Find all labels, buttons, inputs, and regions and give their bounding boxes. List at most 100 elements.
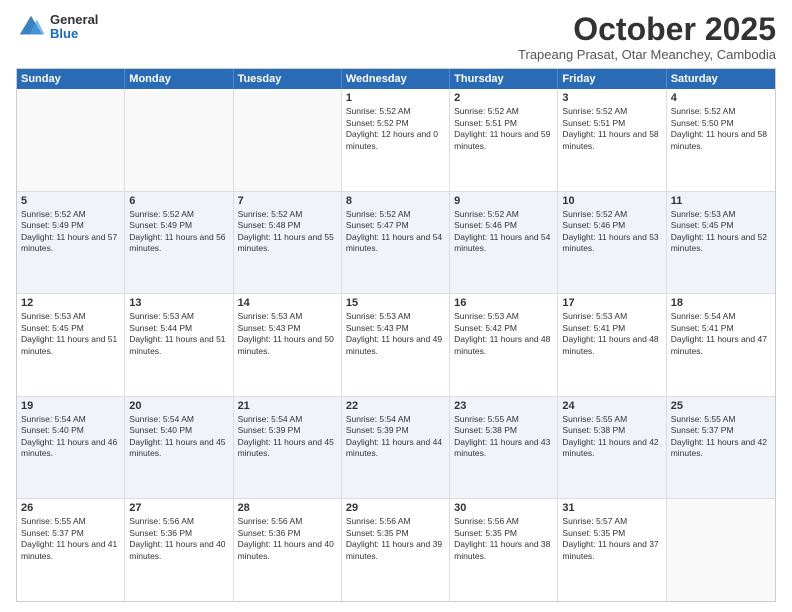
calendar: SundayMondayTuesdayWednesdayThursdayFrid… [16,68,776,602]
cell-info: Sunrise: 5:55 AMSunset: 5:38 PMDaylight:… [562,414,661,460]
day-cell-24: 24 Sunrise: 5:55 AMSunset: 5:38 PMDayligh… [558,397,666,499]
location-subtitle: Trapeang Prasat, Otar Meanchey, Cambodia [518,47,776,62]
header-day-wednesday: Wednesday [342,69,450,89]
cell-info: Sunrise: 5:56 AMSunset: 5:35 PMDaylight:… [346,516,445,562]
calendar-week-1: 1Sunrise: 5:52 AMSunset: 5:52 PMDaylight… [17,89,775,192]
day-number: 22 [346,400,445,412]
empty-cell [17,89,125,191]
day-cell-12: 12Sunrise: 5:53 AMSunset: 5:45 PMDayligh… [17,294,125,396]
day-number: 27 [129,502,228,514]
calendar-week-5: 26 Sunrise: 5:55 AMSunset: 5:37 PMDayligh… [17,499,775,601]
day-number: 28 [238,502,337,514]
cell-info: Sunrise: 5:53 AMSunset: 5:41 PMDaylight:… [562,311,661,357]
day-number: 29 [346,502,445,514]
cell-info: Sunrise: 5:52 AMSunset: 5:51 PMDaylight:… [454,106,553,152]
cell-info: Sunrise: 5:54 AMSunset: 5:39 PMDaylight:… [238,414,337,460]
empty-cell [667,499,775,601]
day-cell-17: 17 Sunrise: 5:53 AMSunset: 5:41 PMDayligh… [558,294,666,396]
cell-info: Sunrise: 5:54 AMSunset: 5:39 PMDaylight:… [346,414,445,460]
day-cell-10: 10 Sunrise: 5:52 AMSunset: 5:46 PMDayligh… [558,192,666,294]
cell-info: Sunrise: 5:52 AMSunset: 5:49 PMDaylight:… [129,209,228,255]
logo-icon [16,12,46,42]
title-block: October 2025 Trapeang Prasat, Otar Meanc… [518,12,776,62]
cell-info: Sunrise: 5:56 AMSunset: 5:36 PMDaylight:… [129,516,228,562]
cell-info: Sunrise: 5:53 AMSunset: 5:43 PMDaylight:… [346,311,445,357]
logo: General Blue [16,12,98,42]
cell-info: Sunrise: 5:52 AMSunset: 5:48 PMDaylight:… [238,209,337,255]
cell-info: Sunrise: 5:54 AMSunset: 5:40 PMDaylight:… [129,414,228,460]
day-number: 25 [671,400,771,412]
day-number: 18 [671,297,771,309]
header-day-sunday: Sunday [17,69,125,89]
day-cell-6: 6 Sunrise: 5:52 AMSunset: 5:49 PMDaylight… [125,192,233,294]
day-cell-27: 27 Sunrise: 5:56 AMSunset: 5:36 PMDayligh… [125,499,233,601]
day-cell-13: 13 Sunrise: 5:53 AMSunset: 5:44 PMDayligh… [125,294,233,396]
cell-info: Sunrise: 5:52 AMSunset: 5:49 PMDaylight:… [21,209,120,255]
day-cell-22: 22 Sunrise: 5:54 AMSunset: 5:39 PMDayligh… [342,397,450,499]
day-number: 7 [238,195,337,207]
day-number: 13 [129,297,228,309]
logo-text: General Blue [50,13,98,42]
cell-info: Sunrise: 5:54 AMSunset: 5:41 PMDaylight:… [671,311,771,357]
cell-info: Sunrise: 5:52 AMSunset: 5:46 PMDaylight:… [454,209,553,255]
day-cell-4: 4Sunrise: 5:52 AMSunset: 5:50 PMDaylight… [667,89,775,191]
cell-info: Sunrise: 5:52 AMSunset: 5:47 PMDaylight:… [346,209,445,255]
page: General Blue October 2025 Trapeang Prasa… [0,0,792,612]
calendar-body: 1Sunrise: 5:52 AMSunset: 5:52 PMDaylight… [17,89,775,601]
day-cell-19: 19 Sunrise: 5:54 AMSunset: 5:40 PMDayligh… [17,397,125,499]
day-cell-18: 18 Sunrise: 5:54 AMSunset: 5:41 PMDayligh… [667,294,775,396]
day-number: 31 [562,502,661,514]
header-day-tuesday: Tuesday [234,69,342,89]
day-cell-5: 5 Sunrise: 5:52 AMSunset: 5:49 PMDaylight… [17,192,125,294]
day-cell-11: 11 Sunrise: 5:53 AMSunset: 5:45 PMDayligh… [667,192,775,294]
cell-info: Sunrise: 5:53 AMSunset: 5:42 PMDaylight:… [454,311,553,357]
logo-general: General [50,13,98,27]
day-number: 5 [21,195,120,207]
month-title: October 2025 [518,12,776,47]
header-day-saturday: Saturday [667,69,775,89]
cell-info: Sunrise: 5:57 AMSunset: 5:35 PMDaylight:… [562,516,661,562]
header: General Blue October 2025 Trapeang Prasa… [16,12,776,62]
empty-cell [234,89,342,191]
cell-info: Sunrise: 5:53 AMSunset: 5:44 PMDaylight:… [129,311,228,357]
day-number: 24 [562,400,661,412]
day-cell-15: 15 Sunrise: 5:53 AMSunset: 5:43 PMDayligh… [342,294,450,396]
day-cell-8: 8 Sunrise: 5:52 AMSunset: 5:47 PMDaylight… [342,192,450,294]
cell-info: Sunrise: 5:56 AMSunset: 5:36 PMDaylight:… [238,516,337,562]
header-day-monday: Monday [125,69,233,89]
day-number: 11 [671,195,771,207]
day-number: 20 [129,400,228,412]
cell-info: Sunrise: 5:52 AMSunset: 5:51 PMDaylight:… [562,106,661,152]
calendar-week-4: 19 Sunrise: 5:54 AMSunset: 5:40 PMDayligh… [17,397,775,500]
day-number: 21 [238,400,337,412]
day-number: 9 [454,195,553,207]
day-number: 4 [671,92,771,104]
day-cell-1: 1Sunrise: 5:52 AMSunset: 5:52 PMDaylight… [342,89,450,191]
header-day-friday: Friday [558,69,666,89]
day-cell-7: 7 Sunrise: 5:52 AMSunset: 5:48 PMDaylight… [234,192,342,294]
cell-info: Sunrise: 5:53 AMSunset: 5:45 PMDaylight:… [671,209,771,255]
day-cell-21: 21 Sunrise: 5:54 AMSunset: 5:39 PMDayligh… [234,397,342,499]
day-number: 19 [21,400,120,412]
day-cell-25: 25Sunrise: 5:55 AMSunset: 5:37 PMDayligh… [667,397,775,499]
day-number: 23 [454,400,553,412]
day-cell-9: 9 Sunrise: 5:52 AMSunset: 5:46 PMDaylight… [450,192,558,294]
day-number: 8 [346,195,445,207]
header-day-thursday: Thursday [450,69,558,89]
day-cell-29: 29 Sunrise: 5:56 AMSunset: 5:35 PMDayligh… [342,499,450,601]
cell-info: Sunrise: 5:54 AMSunset: 5:40 PMDaylight:… [21,414,120,460]
cell-info: Sunrise: 5:53 AMSunset: 5:45 PMDaylight:… [21,311,120,357]
day-cell-20: 20 Sunrise: 5:54 AMSunset: 5:40 PMDayligh… [125,397,233,499]
day-number: 17 [562,297,661,309]
day-number: 14 [238,297,337,309]
day-number: 30 [454,502,553,514]
day-cell-14: 14Sunrise: 5:53 AMSunset: 5:43 PMDayligh… [234,294,342,396]
day-number: 26 [21,502,120,514]
day-number: 15 [346,297,445,309]
cell-info: Sunrise: 5:52 AMSunset: 5:46 PMDaylight:… [562,209,661,255]
day-number: 10 [562,195,661,207]
day-number: 6 [129,195,228,207]
day-cell-31: 31 Sunrise: 5:57 AMSunset: 5:35 PMDayligh… [558,499,666,601]
day-number: 1 [346,92,445,104]
cell-info: Sunrise: 5:55 AMSunset: 5:37 PMDaylight:… [21,516,120,562]
